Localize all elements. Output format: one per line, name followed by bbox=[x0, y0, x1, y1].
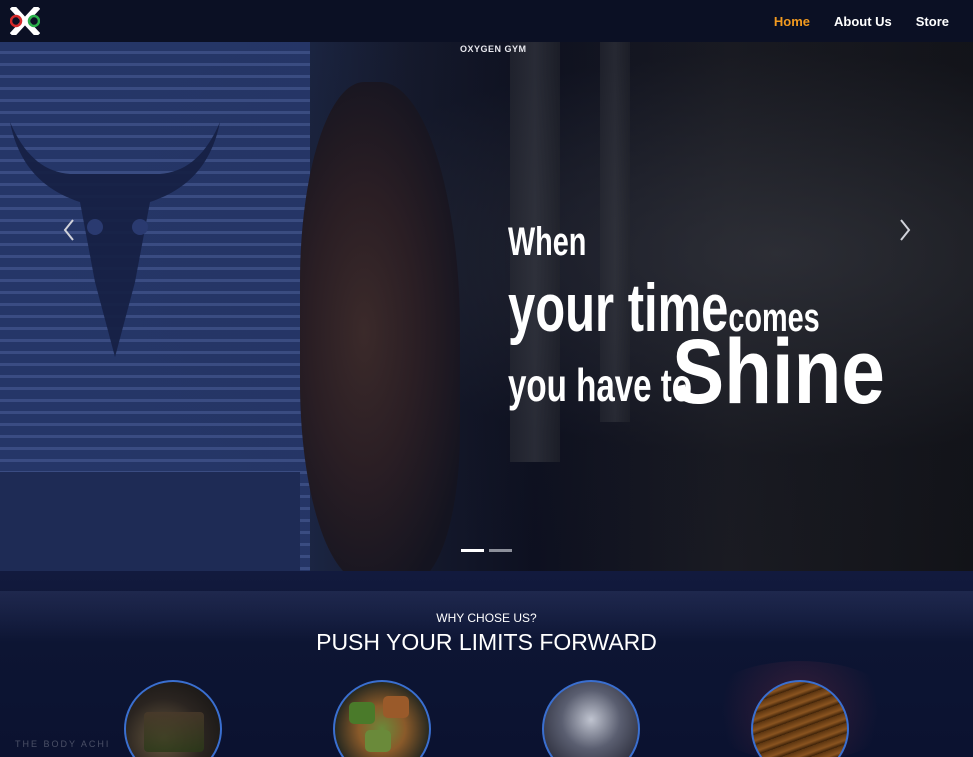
nav-link-store[interactable]: Store bbox=[916, 14, 949, 29]
carousel-next-button[interactable] bbox=[892, 212, 918, 248]
chevron-left-icon bbox=[63, 219, 74, 241]
slogan-shine: Shine bbox=[672, 321, 885, 423]
why-choose-us-section: WHY CHOSE US? PUSH YOUR LIMITS FORWARD T… bbox=[0, 571, 973, 757]
section-subtitle: WHY CHOSE US? bbox=[436, 611, 537, 625]
food-tray-1 bbox=[349, 702, 375, 724]
oxg-logo[interactable] bbox=[9, 4, 41, 38]
bull-icon bbox=[10, 122, 220, 357]
carousel-prev-button[interactable] bbox=[56, 212, 82, 248]
carousel-indicator-2[interactable] bbox=[489, 549, 512, 552]
hero-shirt-lower bbox=[0, 472, 300, 571]
nav-link-home[interactable]: Home bbox=[774, 14, 810, 29]
background-watermark-text: THE BODY ACHI bbox=[15, 739, 111, 749]
carousel-indicators bbox=[461, 549, 512, 552]
gym-equipment-detail bbox=[144, 712, 204, 752]
food-tray-2 bbox=[383, 696, 409, 718]
trainer-image[interactable] bbox=[542, 680, 640, 757]
navbar: Home About Us Store bbox=[0, 0, 973, 42]
hero-brand-text: OXYGEN GYM bbox=[460, 44, 527, 54]
hero-carousel: OXYGEN GYM When your timecomes you have … bbox=[0, 42, 973, 571]
nav-links: Home About Us Store bbox=[774, 0, 973, 42]
slogan-line-3: you have to Shine bbox=[508, 326, 885, 418]
hero-arm-graphic bbox=[300, 82, 460, 571]
healthy-food-image[interactable] bbox=[333, 680, 431, 757]
food-tray-3 bbox=[365, 730, 391, 752]
nav-link-about-us[interactable]: About Us bbox=[834, 14, 892, 29]
carousel-indicator-1[interactable] bbox=[461, 549, 484, 552]
slogan-line-1: When bbox=[508, 220, 587, 264]
chevron-right-icon bbox=[900, 219, 911, 241]
gym-equipment-image[interactable] bbox=[124, 680, 222, 757]
section-title: PUSH YOUR LIMITS FORWARD bbox=[316, 629, 657, 655]
slogan-you-have-to: you have to bbox=[508, 359, 693, 411]
